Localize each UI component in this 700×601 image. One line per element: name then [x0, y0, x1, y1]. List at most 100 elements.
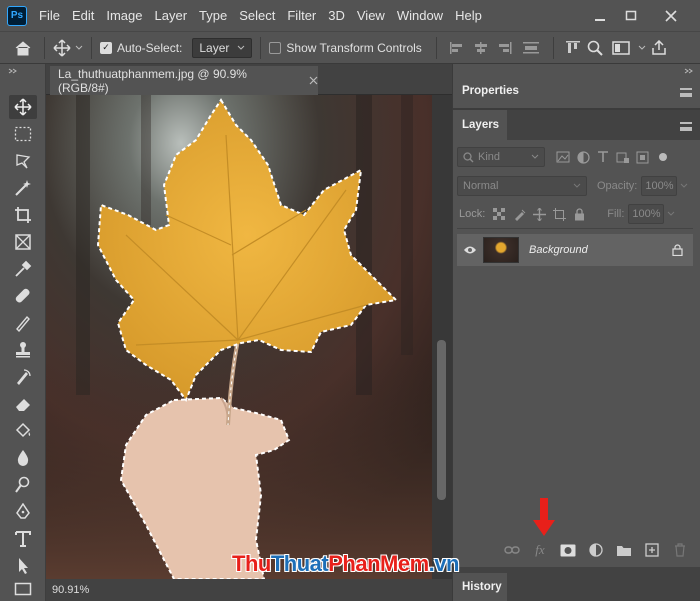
menu-type[interactable]: Type	[193, 0, 233, 31]
trash-icon[interactable]	[669, 540, 691, 560]
visibility-eye-icon[interactable]	[457, 245, 483, 255]
menu-window[interactable]: Window	[391, 0, 449, 31]
collapse-toolbar-icon[interactable]	[8, 68, 18, 74]
rectangle-tool[interactable]	[9, 577, 37, 601]
lasso-tool[interactable]	[9, 149, 37, 173]
move-tool-preset-icon[interactable]	[53, 38, 83, 57]
magic-wand-tool[interactable]	[9, 176, 37, 200]
pixel-filter-icon[interactable]	[553, 151, 573, 163]
healing-brush-tool[interactable]	[9, 284, 37, 308]
lock-position-icon[interactable]	[529, 207, 549, 221]
panel-menu-icon[interactable]	[680, 88, 692, 97]
menu-3d[interactable]: 3D	[322, 0, 351, 31]
clone-stamp-tool[interactable]	[9, 338, 37, 362]
menu-layer[interactable]: Layer	[149, 0, 194, 31]
workspace-icon[interactable]	[606, 40, 636, 55]
tab-properties[interactable]: Properties	[453, 76, 519, 106]
align-center-icon[interactable]	[469, 41, 493, 55]
close-tab-icon[interactable]	[309, 76, 318, 85]
filter-toggle-icon[interactable]	[653, 152, 673, 162]
layers-panel-menu-icon[interactable]	[680, 122, 692, 131]
close-window-button[interactable]	[656, 0, 686, 31]
move-tool[interactable]	[9, 95, 37, 119]
zoom-level[interactable]: 90.91%	[52, 584, 89, 596]
menu-select[interactable]: Select	[233, 0, 281, 31]
home-icon[interactable]	[10, 40, 36, 56]
pen-tool[interactable]	[9, 500, 37, 524]
auto-select-target-dropdown[interactable]: Layer	[192, 37, 253, 58]
auto-select-checkbox[interactable]: ✓	[100, 41, 112, 54]
lock-transparent-icon[interactable]	[489, 208, 509, 220]
layer-row[interactable]: Background	[457, 234, 693, 266]
document-tab[interactable]: La_thuthuatphanmem.jpg @ 90.9% (RGB/8#)	[50, 66, 318, 95]
blend-opacity-row: Normal Opacity: 100%	[457, 176, 693, 196]
share-icon[interactable]	[648, 39, 670, 56]
pen-icon	[16, 503, 30, 519]
chevron-down-icon[interactable]	[667, 211, 675, 217]
add-mask-button[interactable]	[557, 540, 579, 560]
shape-filter-icon[interactable]	[613, 151, 633, 164]
vertical-scrollbar[interactable]	[432, 95, 452, 579]
show-transform-checkbox[interactable]	[269, 41, 282, 54]
eraser-tool[interactable]	[9, 392, 37, 416]
align-right-icon[interactable]	[493, 41, 517, 55]
crop-tool[interactable]	[9, 203, 37, 227]
fx-icon[interactable]: fx	[529, 540, 551, 560]
kind-filter-dropdown[interactable]: Kind	[457, 147, 545, 167]
blend-mode-dropdown[interactable]: Normal	[457, 176, 587, 196]
eyedropper-tool[interactable]	[9, 257, 37, 281]
scrollbar-thumb[interactable]	[437, 340, 446, 500]
minimize-icon	[595, 18, 605, 21]
dodge-tool[interactable]	[9, 473, 37, 497]
layer-lock-icon	[667, 244, 687, 256]
opacity-field[interactable]: 100%	[641, 176, 678, 196]
search-icon[interactable]	[584, 40, 606, 56]
history-brush-tool[interactable]	[9, 365, 37, 389]
link-layers-icon[interactable]	[501, 540, 523, 560]
lock-image-icon[interactable]	[509, 208, 529, 221]
tab-history[interactable]: History	[453, 573, 507, 601]
eyedropper-icon	[15, 260, 32, 277]
paint-bucket-tool[interactable]	[9, 419, 37, 443]
distribute-icon[interactable]	[517, 41, 545, 55]
options-bar: ✓ Auto-Select: Layer Show Transform Cont…	[0, 31, 700, 64]
menu-view[interactable]: View	[351, 0, 391, 31]
divider	[260, 36, 262, 59]
minimize-button[interactable]	[585, 0, 615, 31]
menu-filter[interactable]: Filter	[281, 0, 322, 31]
lock-all-icon[interactable]	[569, 207, 589, 221]
path-selection-tool[interactable]	[9, 554, 37, 578]
smart-object-filter-icon[interactable]	[633, 151, 653, 164]
chevron-down-icon	[75, 45, 83, 50]
lock-artboard-icon[interactable]	[549, 207, 569, 221]
blur-tool[interactable]	[9, 446, 37, 470]
menu-edit[interactable]: Edit	[66, 0, 100, 31]
align-left-icon[interactable]	[445, 41, 469, 55]
history-tab-label: History	[462, 581, 502, 593]
fill-field[interactable]: 100%	[628, 204, 665, 224]
chevron-down-icon[interactable]	[680, 183, 688, 189]
align-top-icon[interactable]	[562, 40, 584, 56]
brush-tool[interactable]	[9, 311, 37, 335]
maximize-button[interactable]	[616, 0, 646, 31]
new-layer-icon[interactable]	[641, 540, 663, 560]
chevron-down-icon	[531, 154, 539, 159]
menu-help[interactable]: Help	[449, 0, 488, 31]
collapse-panels-icon[interactable]	[684, 68, 694, 74]
tab-layers[interactable]: Layers	[453, 110, 507, 140]
menu-image[interactable]: Image	[100, 0, 148, 31]
workspace-chevron-icon[interactable]	[636, 45, 648, 51]
frame-tool[interactable]	[9, 230, 37, 254]
menu-file[interactable]: File	[33, 0, 66, 31]
adjustment-layer-icon[interactable]	[585, 540, 607, 560]
adjustment-filter-icon[interactable]	[573, 150, 593, 164]
type-tool[interactable]	[9, 527, 37, 551]
photoshop-logo: Ps	[7, 5, 27, 26]
layer-name[interactable]: Background	[529, 244, 588, 256]
new-group-icon[interactable]	[613, 540, 635, 560]
type-filter-icon[interactable]	[593, 151, 613, 163]
marquee-tool[interactable]	[9, 122, 37, 146]
fill-label: Fill:	[607, 208, 625, 220]
bandage-icon	[15, 288, 30, 303]
image-canvas[interactable]	[46, 95, 432, 579]
